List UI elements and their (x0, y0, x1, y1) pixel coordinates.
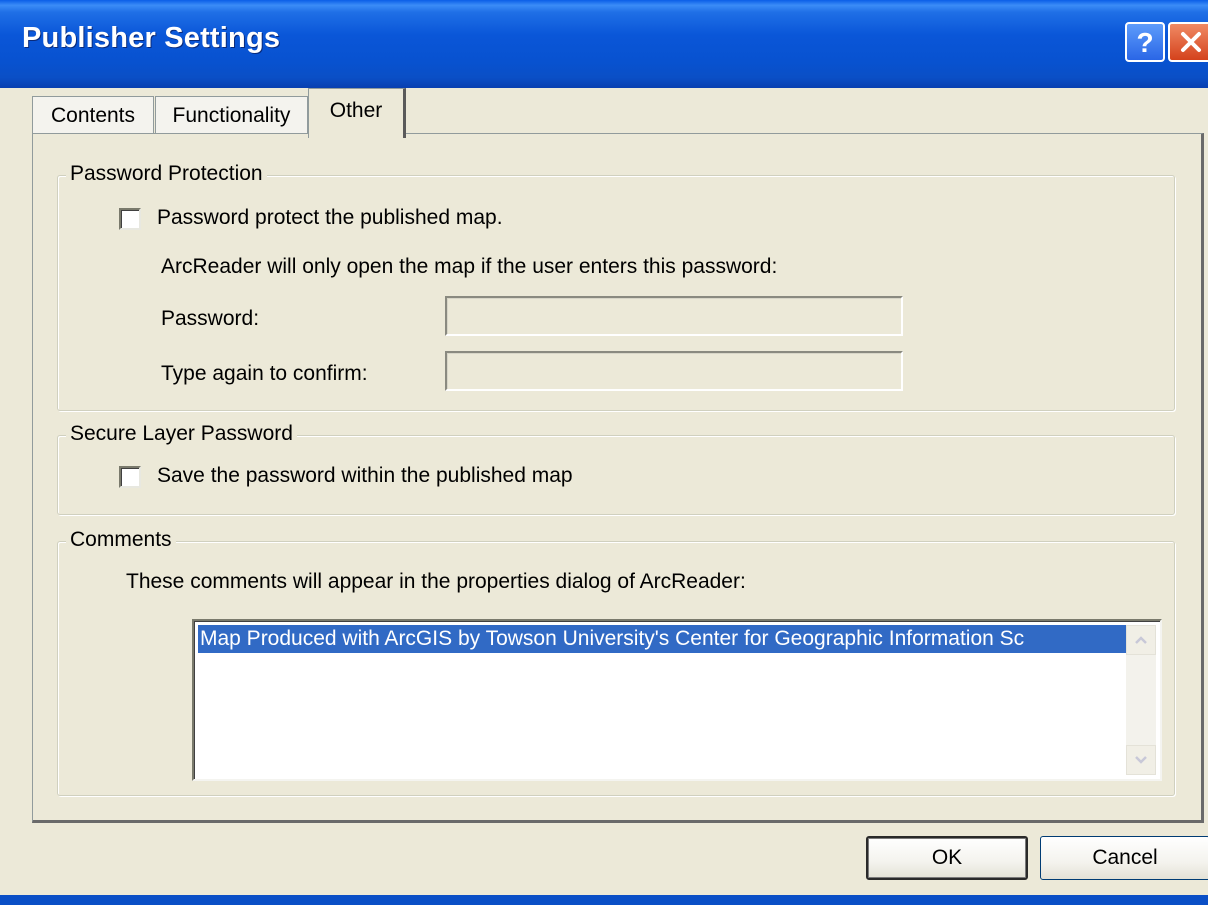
scroll-up-button[interactable] (1126, 625, 1156, 655)
window-bottom-edge (0, 895, 1208, 905)
chevron-up-icon (1135, 636, 1147, 644)
dialog-body: Contents Functionality Other Password Pr… (0, 88, 1208, 905)
comments-scrollbar[interactable] (1126, 625, 1156, 775)
tab-panel-other: Password Protection Password protect the… (32, 133, 1204, 823)
tab-contents[interactable]: Contents (32, 96, 154, 134)
cancel-button[interactable]: Cancel (1040, 836, 1208, 880)
tab-contents-label: Contents (50, 103, 136, 127)
comments-label: Comments (66, 528, 176, 552)
secure-layer-password-label: Secure Layer Password (66, 422, 297, 446)
password-protect-checkbox[interactable] (119, 208, 141, 230)
password-protection-group: Password Protection Password protect the… (57, 162, 1175, 411)
svg-text:?: ? (1136, 27, 1153, 57)
cancel-button-label: Cancel (1092, 846, 1158, 869)
help-question-icon: ? (1136, 27, 1153, 57)
password-label: Password: (161, 307, 260, 330)
tab-other-label: Other (329, 99, 383, 122)
close-x-icon (1181, 32, 1201, 52)
tab-functionality[interactable]: Functionality (155, 96, 308, 134)
save-password-checkbox[interactable] (119, 466, 141, 488)
password-info-text: ArcReader will only open the map if the … (161, 255, 778, 278)
confirm-password-field[interactable] (445, 351, 903, 391)
ok-button-label: OK (931, 846, 963, 869)
scroll-down-button[interactable] (1126, 745, 1156, 775)
help-button[interactable]: ? (1125, 22, 1165, 62)
comments-textarea[interactable]: Map Produced with ArcGIS by Towson Unive… (192, 619, 1162, 781)
save-password-label[interactable]: Save the password within the published m… (157, 464, 573, 488)
comments-group: Comments These comments will appear in t… (57, 528, 1175, 796)
window-left-edge (0, 88, 2, 905)
chevron-down-icon (1135, 756, 1147, 764)
dialog-title: Publisher Settings (22, 22, 281, 54)
close-button[interactable] (1168, 22, 1208, 62)
publisher-settings-dialog: Publisher Settings ? Contents Functional… (0, 0, 1208, 905)
ok-button[interactable]: OK (866, 836, 1028, 880)
password-protection-label: Password Protection (66, 162, 267, 186)
tab-functionality-label: Functionality (172, 103, 291, 127)
password-field[interactable] (445, 296, 903, 336)
password-protect-label[interactable]: Password protect the published map. (157, 206, 503, 230)
secure-layer-password-group: Secure Layer Password Save the password … (57, 422, 1175, 515)
confirm-password-label: Type again to confirm: (161, 362, 368, 385)
title-bar[interactable]: Publisher Settings ? (0, 0, 1208, 88)
tab-other[interactable]: Other (308, 88, 406, 138)
comments-selected-text[interactable]: Map Produced with ArcGIS by Towson Unive… (198, 625, 1126, 653)
comments-info-text: These comments will appear in the proper… (126, 570, 746, 593)
